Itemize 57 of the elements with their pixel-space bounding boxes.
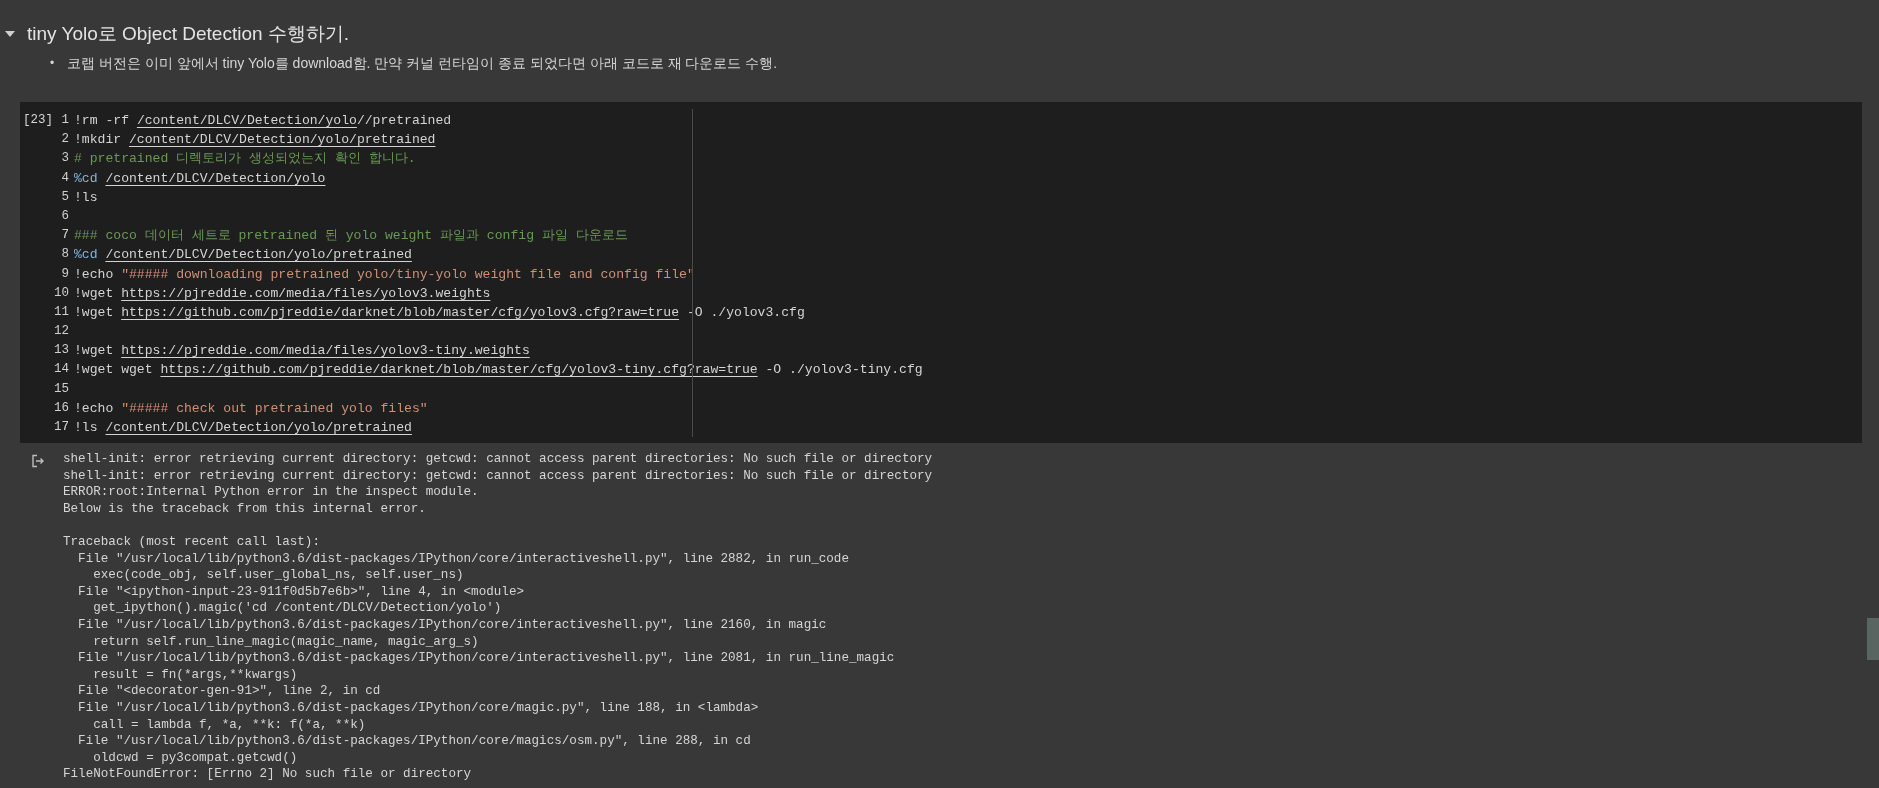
code-line: !wget wget https://github.com/pjreddie/darknet/blob/master/cfg/yolov3-tiny.cfg?raw=true -O ./yolov3-tiny.cfg — [74, 361, 923, 380]
line-number: 3 — [60, 150, 69, 168]
output-line: result = fn(*args,**kwargs) — [92, 666, 299, 684]
output-line: ERROR:root:Internal Python error in the inspect module. — [63, 484, 480, 501]
code-line: # pretrained 디렉토리가 생성되었는지 확인 합니다. — [74, 150, 416, 169]
line-number: 7 — [60, 227, 69, 245]
code-line: %cd /content/DLCV/Detection/yolo/pretrained — [74, 246, 412, 265]
collapse-caret-icon[interactable] — [5, 31, 15, 37]
line-number: 12 — [53, 323, 69, 341]
line-number: 4 — [60, 169, 69, 187]
code-line: !ls /content/DLCV/Detection/yolo/pretrained — [74, 419, 412, 437]
line-number: 17 — [53, 419, 69, 436]
line-number: 16 — [53, 399, 69, 417]
output-line: get_ipython().magic('cd /content/DLCV/Detection/yolo') — [92, 600, 503, 617]
code-line: !mkdir /content/DLCV/Detection/yolo/pretrained — [74, 131, 436, 150]
output-line: Below is the traceback from this internal error. — [63, 500, 427, 518]
code-line: !wget https://github.com/pjreddie/darknet/blob/master/cfg/yolov3.cfg?raw=true -O ./yolov3.cfg — [74, 303, 805, 322]
code-line: !ls — [74, 188, 98, 207]
line-number: 11 — [53, 303, 69, 321]
code-line: !wget https://pjreddie.com/media/files/yolov3.weights — [74, 284, 491, 303]
output-line: return self.run_line_magic(magic_name, magic_arg_s) — [92, 633, 480, 651]
output-line: File "<decorator-gen-91>", line 2, in cd — [77, 683, 382, 700]
section-title: tiny Yolo로 Object Detection 수행하기. — [27, 22, 350, 46]
line-number: 8 — [60, 246, 69, 264]
code-cell[interactable] — [20, 102, 1862, 443]
code-line: !rm -rf /content/DLCV/Detection/yolo//pretrained — [74, 112, 452, 130]
output-line: File "/usr/local/lib/python3.6/dist-packages/IPython/core/interactiveshell.py", line 2882, in run_code — [77, 550, 850, 568]
line-number: 10 — [53, 284, 69, 302]
output-icon[interactable] — [31, 454, 45, 468]
code-line: %cd /content/DLCV/Detection/yolo — [74, 169, 326, 188]
bullet-marker: • — [50, 55, 56, 72]
line-number: 2 — [60, 131, 69, 149]
scrollbar-thumb[interactable] — [1867, 618, 1879, 660]
output-line: oldcwd = py3compat.getcwd() — [92, 749, 299, 767]
output-line: call = lambda f, *a, **k: f(*a, **k) — [92, 716, 367, 734]
line-number: 15 — [53, 380, 69, 398]
output-line: exec(code_obj, self.user_global_ns, self.user_ns) — [92, 567, 465, 584]
line-number: 6 — [60, 207, 69, 225]
code-line: !echo "##### check out pretrained yolo files" — [74, 399, 428, 418]
line-number: 14 — [53, 361, 69, 379]
output-line: shell-init: error retrieving current directory: getcwd: cannot access parent directories: No such file or directory — [63, 451, 933, 468]
output-line: File "<ipython-input-23-911f0d5b7e6b>", line 4, in <module> — [77, 583, 525, 601]
line-number: 13 — [53, 342, 69, 360]
output-line: File "/usr/local/lib/python3.6/dist-packages/IPython/core/interactiveshell.py", line 2160, in magic — [77, 616, 828, 634]
execution-count: [23] — [22, 112, 53, 129]
output-line: Traceback (most recent call last): — [63, 533, 321, 551]
line-number: 9 — [60, 265, 69, 283]
output-line: File "/usr/local/lib/python3.6/dist-packages/IPython/core/magic.py", line 188, in <lambda> — [77, 699, 760, 717]
output-line: File "/usr/local/lib/python3.6/dist-packages/IPython/core/interactiveshell.py", line 2081, in run_line_magic — [77, 650, 896, 667]
output-line: File "/usr/local/lib/python3.6/dist-packages/IPython/core/magics/osm.py", line 288, in cd — [77, 733, 752, 750]
bullet-text: 코랩 버전은 이미 앞에서 tiny Yolo를 download함. 만약 커널 런타임이 종료 되었다면 아래 코드로 재 다운로드 수행. — [67, 54, 778, 73]
code-line: ### coco 데이터 세트로 pretrained 된 yolo weight 파일과 config 파일 다운로드 — [74, 227, 628, 246]
code-line: !wget https://pjreddie.com/media/files/yolov3-tiny.weights — [74, 342, 530, 361]
line-number: 5 — [60, 188, 69, 206]
output-line: shell-init: error retrieving current directory: getcwd: cannot access parent directories: No such file or directory — [63, 467, 933, 485]
line-number: 1 — [60, 112, 69, 129]
output-line: FileNotFoundError: [Errno 2] No such file or directory — [63, 766, 473, 783]
